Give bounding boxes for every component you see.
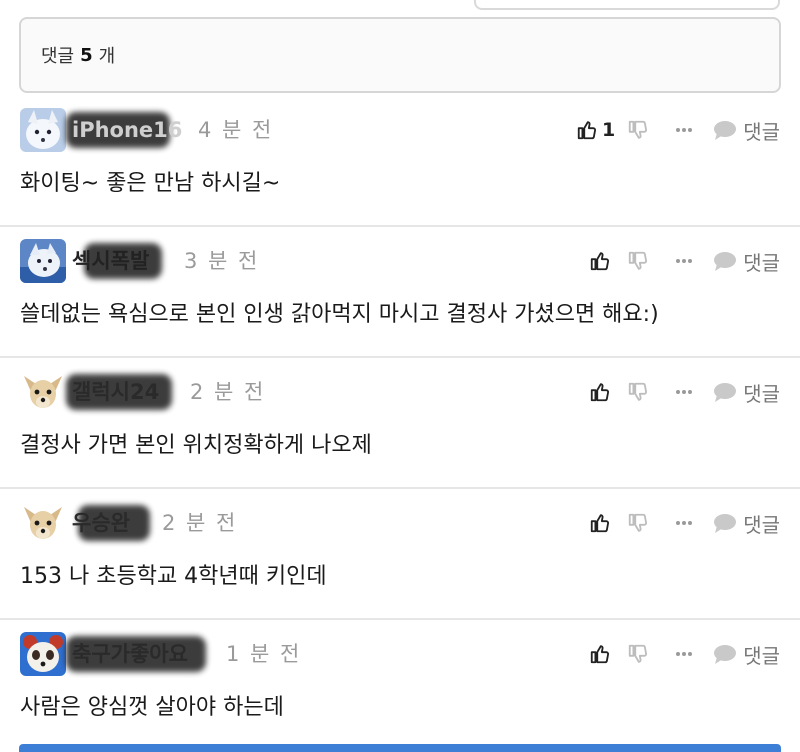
comment-time: 4 분 전 xyxy=(198,118,274,142)
comment-item: iPhone16 4 분 전 1 댓글 화이팅~ 좋은 만남 하시길~ xyxy=(0,96,800,227)
dislike-button[interactable] xyxy=(627,634,649,674)
like-button[interactable] xyxy=(589,634,615,674)
thumbs-down-icon xyxy=(629,120,648,139)
comment-time: 3 분 전 xyxy=(184,249,260,273)
comment-nickname[interactable]: 우승완 xyxy=(72,503,130,543)
comment-actions: 1 댓글 xyxy=(576,110,780,150)
comment-item: 갤럭시24 2 분 전 댓글 결정사 가면 본인 위치정확하게 나오제 xyxy=(0,358,800,489)
speech-bubble-icon xyxy=(714,121,737,140)
dislike-button[interactable] xyxy=(627,241,649,281)
reply-button[interactable]: 댓글 xyxy=(713,634,780,674)
like-button[interactable]: 1 xyxy=(576,110,615,150)
thumbs-up-icon xyxy=(591,252,610,271)
ellipsis-icon xyxy=(676,259,693,263)
thumbs-up-icon xyxy=(591,645,610,664)
comment-nickname[interactable]: 축구가좋아요 xyxy=(72,634,188,674)
more-options-button[interactable] xyxy=(675,503,693,543)
comment-nickname[interactable]: 갤럭시24 xyxy=(72,372,159,412)
white-wolf-icon[interactable] xyxy=(20,239,66,283)
ellipsis-icon xyxy=(676,128,693,132)
more-options-button[interactable] xyxy=(675,372,693,412)
like-button[interactable] xyxy=(589,503,615,543)
chihuahua-icon[interactable] xyxy=(20,370,66,414)
comment-count-header: 댓글 5 개 xyxy=(19,17,781,93)
dislike-button[interactable] xyxy=(627,110,649,150)
speech-bubble-icon xyxy=(714,252,737,271)
comment-nickname[interactable]: iPhone16 xyxy=(72,110,182,150)
comment-text: 쓸데없는 욕심으로 본인 인생 갉아먹지 마시고 결정사 가셨으면 해요:) xyxy=(20,302,659,327)
thumbs-down-icon xyxy=(629,251,648,270)
comment-actions: 댓글 xyxy=(589,241,780,281)
panda-icon[interactable] xyxy=(20,632,66,676)
comment-count-number: 5 xyxy=(80,44,93,66)
thumbs-up-icon xyxy=(577,121,596,140)
comment-item: 섹시폭발 3 분 전 댓글 쓸데없는 욕심으로 본인 인생 갉아먹지 마시고 결… xyxy=(0,227,800,358)
reply-button[interactable]: 댓글 xyxy=(713,241,780,281)
comment-input-edge[interactable] xyxy=(474,0,780,10)
reply-label: 댓글 xyxy=(743,381,780,406)
thumbs-down-icon xyxy=(629,513,648,532)
thumbs-up-icon xyxy=(591,383,610,402)
comment-nickname[interactable]: 섹시폭발 xyxy=(72,241,149,281)
reply-label: 댓글 xyxy=(743,250,780,275)
ellipsis-icon xyxy=(676,390,693,394)
white-fox-icon[interactable] xyxy=(20,108,66,152)
ellipsis-icon xyxy=(676,652,693,656)
comment-time: 1 분 전 xyxy=(226,642,302,666)
comment-item: 우승완 2 분 전 댓글 153 나 초등학교 4학년때 키인데 xyxy=(0,489,800,620)
speech-bubble-icon xyxy=(714,383,737,402)
like-button[interactable] xyxy=(589,372,615,412)
reply-button[interactable]: 댓글 xyxy=(713,372,780,412)
comment-item: 축구가좋아요 1 분 전 댓글 사람은 양심껏 살아야 하는데 xyxy=(0,620,800,751)
dislike-button[interactable] xyxy=(627,372,649,412)
comment-time: 2 분 전 xyxy=(162,511,238,535)
more-options-button[interactable] xyxy=(675,634,693,674)
comment-actions: 댓글 xyxy=(589,503,780,543)
comment-count-label: 댓글 xyxy=(41,46,75,67)
speech-bubble-icon xyxy=(714,645,737,664)
comment-time: 2 분 전 xyxy=(190,380,266,404)
thumbs-down-icon xyxy=(629,382,648,401)
like-button[interactable] xyxy=(589,241,615,281)
like-count: 1 xyxy=(601,119,616,141)
more-options-button[interactable] xyxy=(675,110,693,150)
reply-label: 댓글 xyxy=(743,512,780,537)
bottom-action-bar[interactable] xyxy=(19,744,781,752)
reply-button[interactable]: 댓글 xyxy=(713,110,780,150)
more-options-button[interactable] xyxy=(675,241,693,281)
comment-count-unit: 개 xyxy=(98,46,116,67)
reply-label: 댓글 xyxy=(743,119,780,144)
reply-label: 댓글 xyxy=(743,643,780,668)
comment-text: 153 나 초등학교 4학년때 키인데 xyxy=(20,564,327,589)
chihuahua-icon[interactable] xyxy=(20,501,66,545)
ellipsis-icon xyxy=(676,521,693,525)
comment-actions: 댓글 xyxy=(589,634,780,674)
reply-button[interactable]: 댓글 xyxy=(713,503,780,543)
comment-text: 화이팅~ 좋은 만남 하시길~ xyxy=(20,171,281,196)
comment-text: 사람은 양심껏 살아야 하는데 xyxy=(20,695,284,720)
comment-text: 결정사 가면 본인 위치정확하게 나오제 xyxy=(20,433,372,458)
speech-bubble-icon xyxy=(714,514,737,533)
comment-actions: 댓글 xyxy=(589,372,780,412)
thumbs-down-icon xyxy=(629,644,648,663)
dislike-button[interactable] xyxy=(627,503,649,543)
thumbs-up-icon xyxy=(591,514,610,533)
